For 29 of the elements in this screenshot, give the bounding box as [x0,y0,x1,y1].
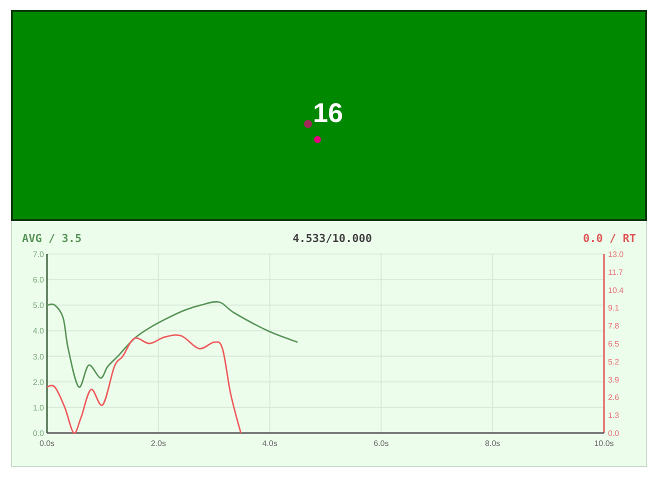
tick-label: 5.2 [608,357,620,366]
tick-label: 1.3 [608,411,620,420]
tick-label: 5.0 [32,301,44,310]
tick-label: 1.0 [32,403,44,412]
tick-label: 10.4 [608,286,624,295]
tick-label: 6.0s [374,439,389,448]
avg-reading: AVG / 3.5 [22,232,82,247]
tick-label: 7.0 [32,250,44,259]
tick-label: 2.6 [608,393,620,402]
rt-reading: 0.0 / RT [583,232,636,247]
tick-label: 6.0 [32,276,44,285]
tick-label: 10.0s [594,439,614,448]
tick-label: 4.0 [32,326,44,336]
tick-label: 0.0 [608,429,620,438]
tick-label: 11.7 [608,268,623,277]
count-value: 16 [313,100,344,127]
tick-label: 7.8 [608,322,620,331]
tick-label: 8.0s [485,439,500,448]
tick-label: 13.0 [608,250,624,259]
tick-label: 9.1 [608,304,620,313]
tick-label: 6.5 [608,340,620,348]
tick-label: 0.0s [39,439,55,448]
tick-label: 4.0s [262,439,278,448]
tick-label: 3.0 [32,352,44,362]
tick-label: 3.9 [608,375,620,384]
tick-label: 0.0 [32,429,44,438]
progress-reading: 4.533/10.000 [292,232,372,247]
tick-label: 2.0s [150,439,166,448]
tick-label: 2.0 [32,378,44,387]
